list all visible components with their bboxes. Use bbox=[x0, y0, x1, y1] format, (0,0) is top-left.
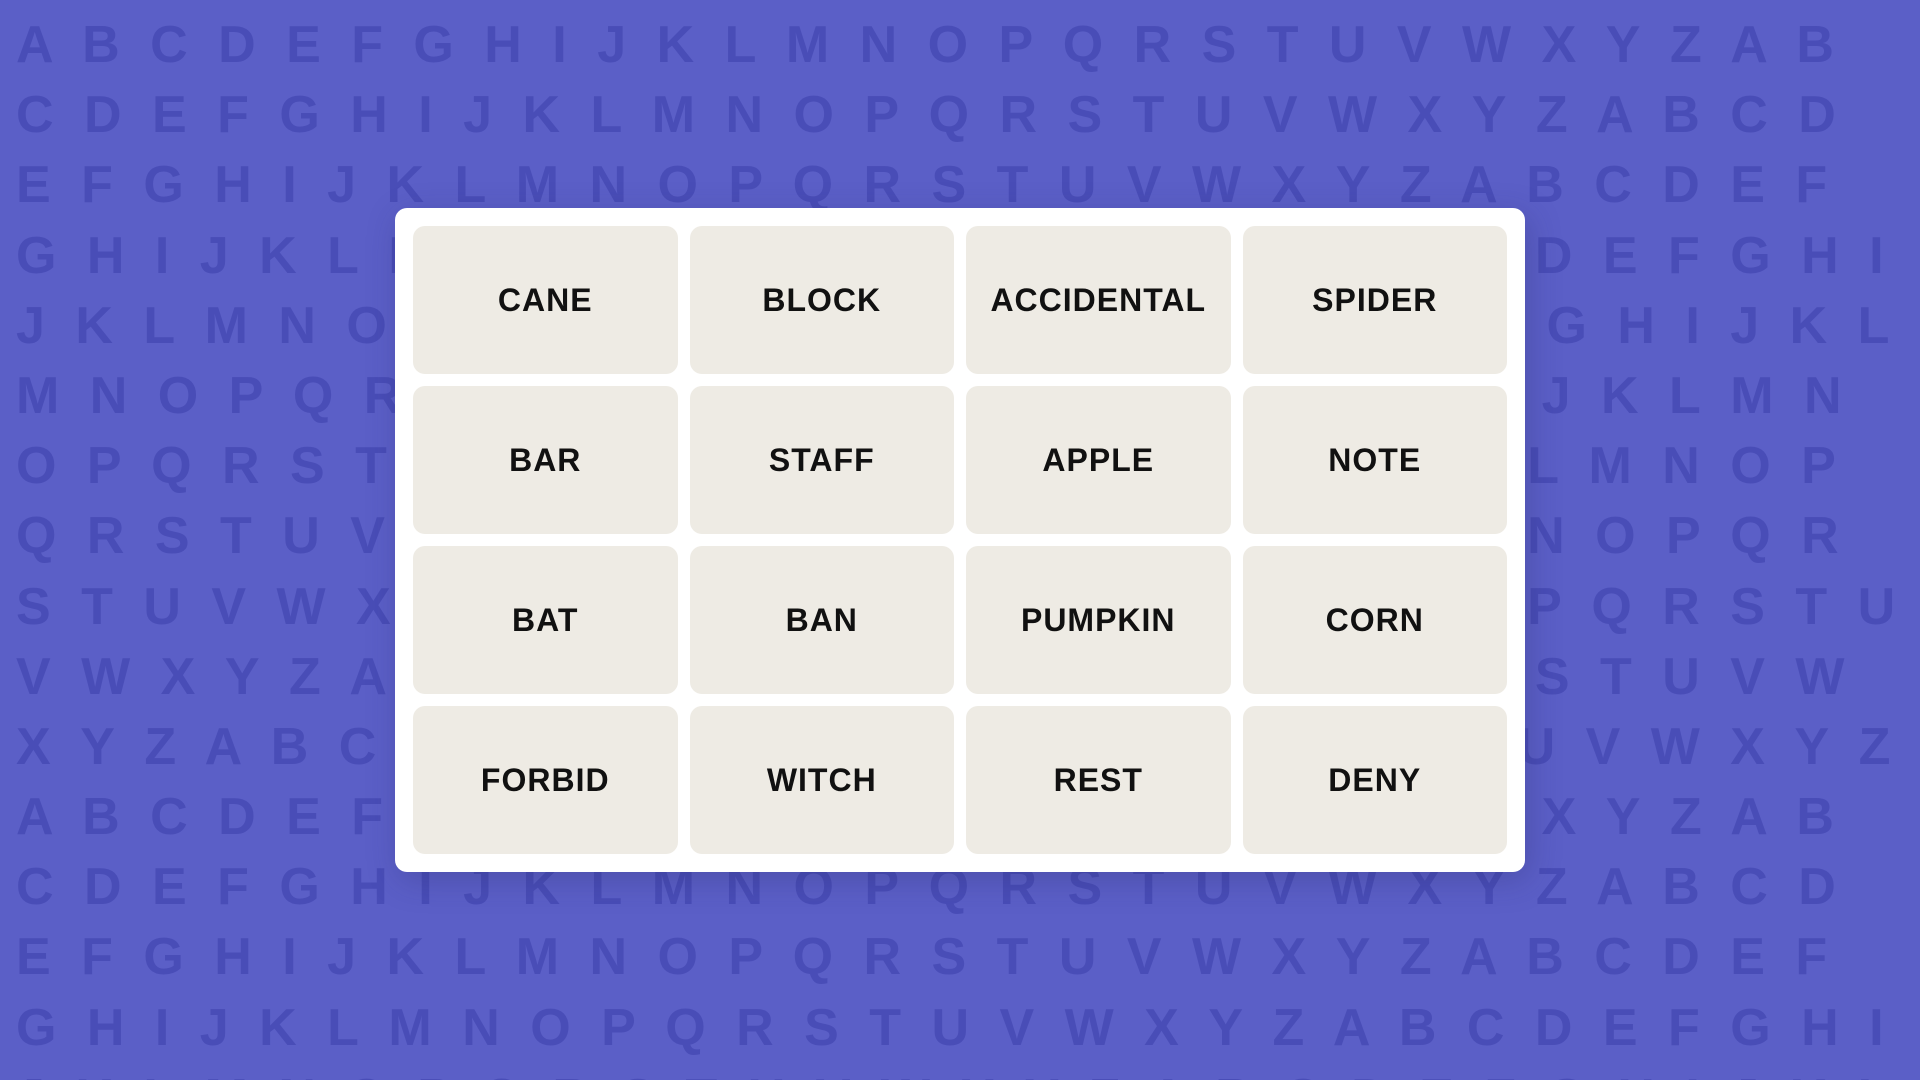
card-label-cane: CANE bbox=[498, 282, 593, 319]
card-label-staff: STAFF bbox=[769, 442, 875, 479]
card-spider[interactable]: SPIDER bbox=[1243, 226, 1508, 374]
card-label-witch: WITCH bbox=[767, 762, 877, 799]
card-label-ban: BAN bbox=[786, 602, 858, 639]
card-pumpkin[interactable]: PUMPKIN bbox=[966, 546, 1231, 694]
card-label-rest: REST bbox=[1054, 762, 1143, 799]
card-witch[interactable]: WITCH bbox=[690, 706, 955, 854]
card-bat[interactable]: BAT bbox=[413, 546, 678, 694]
card-ban[interactable]: BAN bbox=[690, 546, 955, 694]
card-forbid[interactable]: FORBID bbox=[413, 706, 678, 854]
card-label-spider: SPIDER bbox=[1312, 282, 1437, 319]
card-label-accidental: ACCIDENTAL bbox=[990, 282, 1206, 319]
card-label-pumpkin: PUMPKIN bbox=[1021, 602, 1176, 639]
card-block[interactable]: BLOCK bbox=[690, 226, 955, 374]
card-label-forbid: FORBID bbox=[481, 762, 610, 799]
card-label-bar: BAR bbox=[509, 442, 581, 479]
card-label-deny: DENY bbox=[1328, 762, 1421, 799]
card-cane[interactable]: CANE bbox=[413, 226, 678, 374]
card-corn[interactable]: CORN bbox=[1243, 546, 1508, 694]
card-accidental[interactable]: ACCIDENTAL bbox=[966, 226, 1231, 374]
card-label-block: BLOCK bbox=[762, 282, 881, 319]
card-label-apple: APPLE bbox=[1042, 442, 1154, 479]
card-rest[interactable]: REST bbox=[966, 706, 1231, 854]
card-label-corn: CORN bbox=[1326, 602, 1424, 639]
card-label-note: NOTE bbox=[1328, 442, 1421, 479]
card-label-bat: BAT bbox=[512, 602, 578, 639]
card-deny[interactable]: DENY bbox=[1243, 706, 1508, 854]
word-grid: CANE BLOCK ACCIDENTAL SPIDER BAR STAFF APPLE NO… bbox=[395, 208, 1525, 872]
card-staff[interactable]: STAFF bbox=[690, 386, 955, 534]
card-apple[interactable]: APPLE bbox=[966, 386, 1231, 534]
card-bar[interactable]: BAR bbox=[413, 386, 678, 534]
card-note[interactable]: NOTE bbox=[1243, 386, 1508, 534]
